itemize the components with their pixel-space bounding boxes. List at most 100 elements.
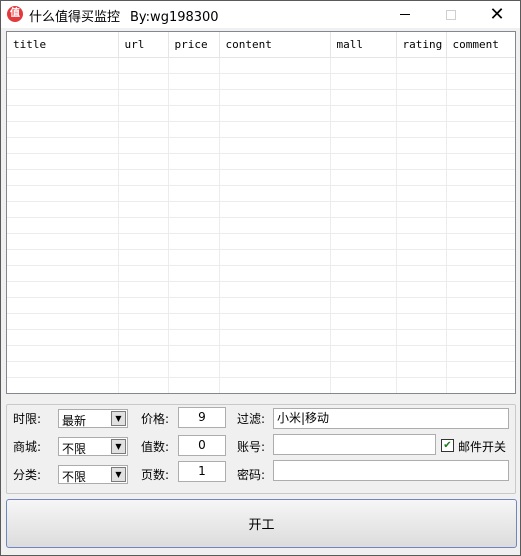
table-row[interactable] [7,169,515,186]
table-cell [168,345,220,362]
column-header-price[interactable]: price [168,32,220,58]
table-cell [219,297,331,314]
table-cell [168,153,220,170]
table-row[interactable] [7,73,515,90]
table-row[interactable] [7,297,515,314]
table-cell [330,137,397,154]
table-cell [330,361,397,378]
table-row[interactable] [7,201,515,218]
table-row[interactable] [7,249,515,266]
column-header-url[interactable]: url [118,32,169,58]
start-button[interactable]: 开工 [6,499,517,548]
filter-input[interactable]: 小米|移动 [273,408,509,429]
time-limit-select[interactable]: 最新 ▼ [58,409,128,428]
table-cell [7,361,119,378]
table-cell [219,361,331,378]
table-cell [7,121,119,138]
column-header-mall[interactable]: mall [330,32,397,58]
table-body [7,57,515,393]
table-cell [219,185,331,202]
column-header-comment[interactable]: comment [446,32,515,58]
table-cell [396,345,447,362]
table-cell [118,153,169,170]
table-cell [330,377,397,393]
results-grid[interactable]: title url price content mall rating comm… [6,31,516,394]
table-cell [446,361,515,378]
category-select[interactable]: 不限 ▼ [58,465,128,484]
table-cell [219,121,331,138]
table-row[interactable] [7,217,515,234]
title-bar[interactable]: 值 什么值得买监控 By:wg198300 ✕ [1,1,520,28]
maximize-button[interactable] [428,1,474,28]
table-cell [7,265,119,282]
pages-input[interactable]: 1 [178,461,226,482]
table-cell [446,153,515,170]
table-cell [118,201,169,218]
category-label: 分类: [13,468,42,482]
table-cell [396,233,447,250]
column-header-title[interactable]: title [7,32,119,58]
password-input[interactable] [273,460,509,481]
account-input[interactable] [273,434,436,455]
filter-label: 过滤: [237,412,266,426]
table-cell [396,73,447,90]
email-toggle-label[interactable]: 邮件开关 [458,438,506,455]
table-row[interactable] [7,361,515,378]
table-row[interactable] [7,89,515,106]
table-cell [168,89,220,106]
table-cell [396,153,447,170]
table-cell [168,137,220,154]
table-cell [446,105,515,122]
table-cell [118,137,169,154]
mall-select[interactable]: 不限 ▼ [58,437,128,456]
table-cell [219,377,331,393]
table-cell [219,201,331,218]
table-row[interactable] [7,233,515,250]
email-toggle-checkbox[interactable]: ✔ [441,439,454,452]
price-input[interactable]: 9 [178,407,226,428]
table-cell [330,57,397,74]
table-row[interactable] [7,377,515,393]
table-row[interactable] [7,265,515,282]
table-cell [330,185,397,202]
table-cell [446,249,515,266]
table-cell [330,121,397,138]
table-cell [7,169,119,186]
table-row[interactable] [7,345,515,362]
worth-label: 值数: [141,440,170,454]
table-cell [396,137,447,154]
window-title: 什么值得买监控 By:wg198300 [29,6,219,25]
table-cell [7,281,119,298]
table-row[interactable] [7,313,515,330]
table-row[interactable] [7,153,515,170]
table-cell [168,169,220,186]
column-header-content[interactable]: content [219,32,331,58]
table-cell [7,345,119,362]
close-button[interactable]: ✕ [474,1,520,28]
table-row[interactable] [7,105,515,122]
table-cell [330,89,397,106]
password-label: 密码: [237,468,266,482]
table-row[interactable] [7,281,515,298]
worth-input[interactable]: 0 [178,435,226,456]
table-row[interactable] [7,329,515,346]
table-cell [446,217,515,234]
table-header-row: title url price content mall rating comm… [7,32,515,58]
table-cell [446,313,515,330]
table-cell [446,169,515,186]
column-header-rating[interactable]: rating [396,32,447,58]
table-cell [446,329,515,346]
mall-value: 不限 [62,442,87,456]
table-cell [118,233,169,250]
table-row[interactable] [7,137,515,154]
table-cell [446,57,515,74]
table-cell [7,89,119,106]
table-row[interactable] [7,57,515,74]
minimize-icon [400,14,410,15]
table-row[interactable] [7,121,515,138]
minimize-button[interactable] [382,1,428,28]
table-cell [396,329,447,346]
table-cell [446,377,515,393]
table-row[interactable] [7,185,515,202]
category-value: 不限 [62,470,87,484]
